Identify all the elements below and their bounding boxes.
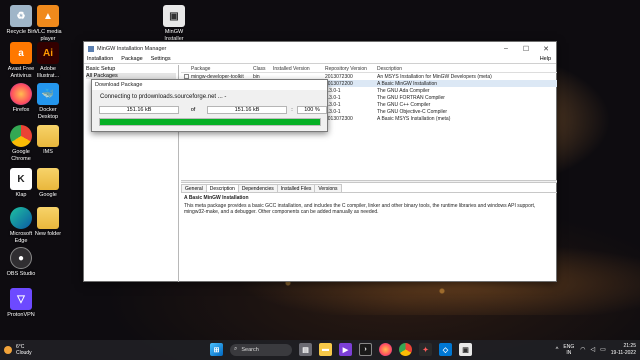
mingw-app-icon	[88, 45, 94, 52]
volume-icon[interactable]: ◁	[590, 346, 595, 353]
colon-label: :	[291, 107, 293, 113]
chrome-icon	[10, 125, 32, 147]
weather-widget[interactable]: 6°C Cloudy	[4, 344, 32, 356]
desktop-icon-obs[interactable]: ● OBS Studio	[3, 247, 39, 278]
desktop-icon-google-folder[interactable]: Google	[30, 168, 66, 199]
chrome-taskbar-icon[interactable]	[399, 343, 412, 356]
connecting-status: Connecting to prdownloads.sourceforge.ne…	[100, 94, 227, 100]
minimize-icon[interactable]: –	[496, 45, 516, 52]
download-progress-bar	[99, 118, 321, 126]
taskbar-apps: ⊞ ⌕ Search ▤ ▬ ▶ › ✦ ◇ ▣	[210, 343, 479, 356]
desktop-icon-new-folder[interactable]: New folder	[30, 207, 66, 238]
vscode-icon[interactable]: ◇	[439, 343, 452, 356]
description-title: A Basic MinGW Installation	[184, 195, 249, 201]
cloudy-weather-icon	[4, 346, 12, 354]
taskbar-search[interactable]: ⌕ Search	[230, 343, 292, 356]
of-label: of	[190, 107, 196, 113]
search-label: Search	[241, 346, 259, 353]
docker-icon: 🐳	[37, 83, 59, 105]
edge-icon	[10, 207, 32, 229]
description-body: This meta package provides a basic GCC i…	[184, 203, 536, 215]
window-titlebar[interactable]: MinGW Installation Manager – ☐ ✕	[84, 42, 556, 55]
column-installed-version[interactable]: Installed Version	[273, 66, 325, 72]
system-tray: ^ ENG IN ◠ ◁ ▭ 21:25 19-11-2022	[556, 343, 636, 356]
wifi-icon[interactable]: ◠	[580, 346, 585, 353]
folder-icon	[37, 125, 59, 147]
folder-icon	[37, 207, 59, 229]
close-icon[interactable]: ✕	[536, 45, 556, 53]
download-stats: 151.16 kB of 151.16 kB : 100 %	[99, 106, 327, 114]
menu-package[interactable]: Package	[121, 56, 142, 62]
tray-chevron-up-icon[interactable]: ^	[556, 347, 559, 353]
terminal-icon[interactable]: ›	[359, 343, 372, 356]
table-header: Package Class Installed Version Reposito…	[181, 65, 557, 73]
folder-icon	[37, 168, 59, 190]
clock[interactable]: 21:25 19-11-2022	[611, 343, 636, 356]
total-size: 151.16 kB	[207, 106, 287, 114]
column-repository-version[interactable]: Repository Version	[325, 66, 377, 72]
downloaded-size: 151.16 kB	[99, 106, 179, 114]
firefox-taskbar-icon[interactable]	[379, 343, 392, 356]
desktop-icon-mingw[interactable]: ▣ MinGW Installer	[156, 5, 192, 42]
media-app-icon[interactable]: ▶	[339, 343, 352, 356]
mingw-taskbar-icon[interactable]: ▣	[459, 343, 472, 356]
column-class[interactable]: Class	[253, 66, 273, 72]
file-explorer-icon[interactable]: ▬	[319, 343, 332, 356]
mingw-installer-icon: ▣	[163, 5, 185, 27]
column-package[interactable]: Package	[191, 66, 253, 72]
menu-settings[interactable]: Settings	[151, 56, 171, 62]
protonvpn-icon: ▽	[10, 288, 32, 310]
desktop-icon-illustrator[interactable]: Ai Adobe Illustrat...	[30, 42, 66, 79]
maximize-icon[interactable]: ☐	[516, 45, 536, 53]
dialog-title: Download Package	[92, 80, 327, 90]
illustrator-icon: Ai	[37, 42, 59, 64]
photos-icon[interactable]: ✦	[419, 343, 432, 356]
language-indicator[interactable]: ENG IN	[563, 344, 574, 356]
vlc-icon: ▲	[37, 5, 59, 27]
search-icon: ⌕	[234, 346, 238, 352]
description-panel: A Basic MinGW Installation This meta pac…	[181, 192, 557, 282]
download-package-dialog: Download Package Connecting to prdownloa…	[91, 79, 328, 132]
obs-icon: ●	[10, 247, 32, 269]
recycle-bin-icon: ♻	[10, 5, 32, 27]
window-title: MinGW Installation Manager	[97, 45, 167, 52]
desktop-icon-protonvpn[interactable]: ▽ ProtonVPN	[3, 288, 39, 319]
pane-splitter[interactable]	[181, 180, 557, 183]
windows-start-icon[interactable]: ⊞	[210, 343, 223, 356]
avast-icon: a	[10, 42, 32, 64]
desktop-icon-docker[interactable]: 🐳 Docker Desktop	[30, 83, 66, 120]
menu-installation[interactable]: Installation	[87, 56, 113, 62]
firefox-icon	[10, 83, 32, 105]
desktop-icon-vlc[interactable]: ▲ VLC media player	[30, 5, 66, 42]
menu-bar: Installation Package Settings Help	[84, 55, 556, 64]
clock-date: 19-11-2022	[610, 349, 636, 356]
progress-fill	[100, 119, 320, 125]
klap-icon: K	[10, 168, 32, 190]
mingw-installation-manager-window: MinGW Installation Manager – ☐ ✕ Install…	[83, 41, 557, 282]
weather-condition: Cloudy	[16, 350, 32, 356]
task-view-icon[interactable]: ▤	[299, 343, 312, 356]
battery-icon[interactable]: ▭	[600, 346, 606, 353]
menu-help[interactable]: Help	[540, 56, 551, 62]
percent-complete: 100 %	[297, 106, 327, 114]
taskbar: 6°C Cloudy ⊞ ⌕ Search ▤ ▬ ▶ › ✦ ◇ ▣ ^ EN…	[0, 340, 640, 360]
column-description[interactable]: Description	[377, 66, 557, 72]
desktop-icon-ims-folder[interactable]: IMS	[30, 125, 66, 156]
